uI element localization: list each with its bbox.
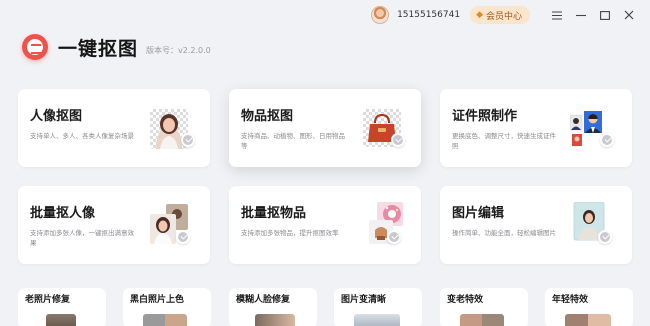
- diamond-icon: ◆: [476, 10, 483, 20]
- card-title: 图片编辑: [452, 206, 505, 221]
- colorize-thumbnail: [143, 314, 187, 326]
- tool-face-restore[interactable]: 模糊人脸修复: [229, 288, 317, 326]
- card-id-photo[interactable]: 证件照制作 更换底色、调整尺寸，快速生成证件照: [440, 89, 632, 167]
- app-name: 一键抠图: [58, 37, 139, 60]
- tool-youth-effect[interactable]: 年轻特效: [545, 288, 633, 326]
- face-restore-thumbnail: [255, 314, 295, 326]
- tool-old-photo-restore[interactable]: 老照片修复: [18, 288, 106, 326]
- close-icon[interactable]: [618, 10, 640, 20]
- version-label: 版本号：v2.2.0.0: [146, 45, 211, 55]
- brand: 一键抠图 版本号：v2.2.0.0: [22, 34, 211, 60]
- check-icon: [181, 133, 195, 147]
- card-object-cutout[interactable]: 物品抠图 支持商品、动植物、图形、日用物品等: [229, 89, 421, 167]
- card-description: 操作简单、功能全面，轻松编辑图片: [452, 229, 556, 237]
- menu-icon[interactable]: [546, 10, 568, 20]
- card-batch-portrait[interactable]: 批量抠人像 支持添加多张人像，一键抠出满意效果: [18, 186, 210, 264]
- check-icon: [391, 133, 405, 147]
- check-icon: [176, 230, 190, 244]
- check-icon: [598, 230, 612, 244]
- card-title: 物品抠图: [241, 109, 294, 124]
- check-icon: [387, 230, 401, 244]
- tool-title: 模糊人脸修复: [236, 295, 291, 305]
- sharpen-thumbnail: [354, 314, 400, 326]
- card-title: 证件照制作: [452, 109, 518, 124]
- youth-thumbnail: [565, 314, 611, 326]
- tool-aging-effect[interactable]: 变老特效: [440, 288, 528, 326]
- minimize-icon[interactable]: [570, 11, 592, 20]
- title-bar: 15155156741 ◆ 会员中心: [0, 0, 650, 30]
- user-phone: 15155156741: [397, 10, 461, 20]
- tool-colorize[interactable]: 黑白照片上色: [123, 288, 211, 326]
- old-photo-thumbnail: [46, 314, 76, 326]
- card-batch-object[interactable]: 批量抠物品 支持添加多张物品，提升抠图效率: [229, 186, 421, 264]
- tool-title: 老照片修复: [25, 295, 71, 305]
- card-description: 支持单人、多人、各类人像复杂场景: [30, 132, 134, 140]
- card-portrait-cutout[interactable]: 人像抠图 支持单人、多人、各类人像复杂场景: [18, 89, 210, 167]
- card-image-edit[interactable]: 图片编辑 操作简单、功能全面，轻松编辑图片: [440, 186, 632, 264]
- tool-title: 黑白照片上色: [130, 295, 185, 305]
- vip-center-label: 会员中心: [485, 11, 522, 22]
- aging-thumbnail: [460, 314, 504, 326]
- card-description: 支持商品、动植物、图形、日用物品等: [241, 132, 345, 150]
- card-description: 支持添加多张物品，提升抠图效率: [241, 229, 339, 237]
- card-description: 更换底色、调整尺寸，快速生成证件照: [452, 132, 556, 150]
- tool-title: 年轻特效: [552, 295, 589, 305]
- card-description: 支持添加多张人像，一键抠出满意效果: [30, 229, 134, 247]
- vip-center-button[interactable]: ◆ 会员中心: [470, 6, 530, 24]
- user-avatar[interactable]: [371, 6, 390, 24]
- card-title: 批量抠人像: [30, 206, 96, 221]
- maximize-icon[interactable]: [594, 10, 616, 20]
- check-icon: [600, 133, 614, 147]
- card-title: 人像抠图: [30, 109, 83, 124]
- tool-sharpen[interactable]: 图片变清晰: [334, 288, 422, 326]
- tool-title: 图片变清晰: [341, 295, 387, 305]
- tool-title: 变老特效: [447, 295, 484, 305]
- camera-logo-icon: [22, 34, 48, 60]
- card-title: 批量抠物品: [241, 206, 307, 221]
